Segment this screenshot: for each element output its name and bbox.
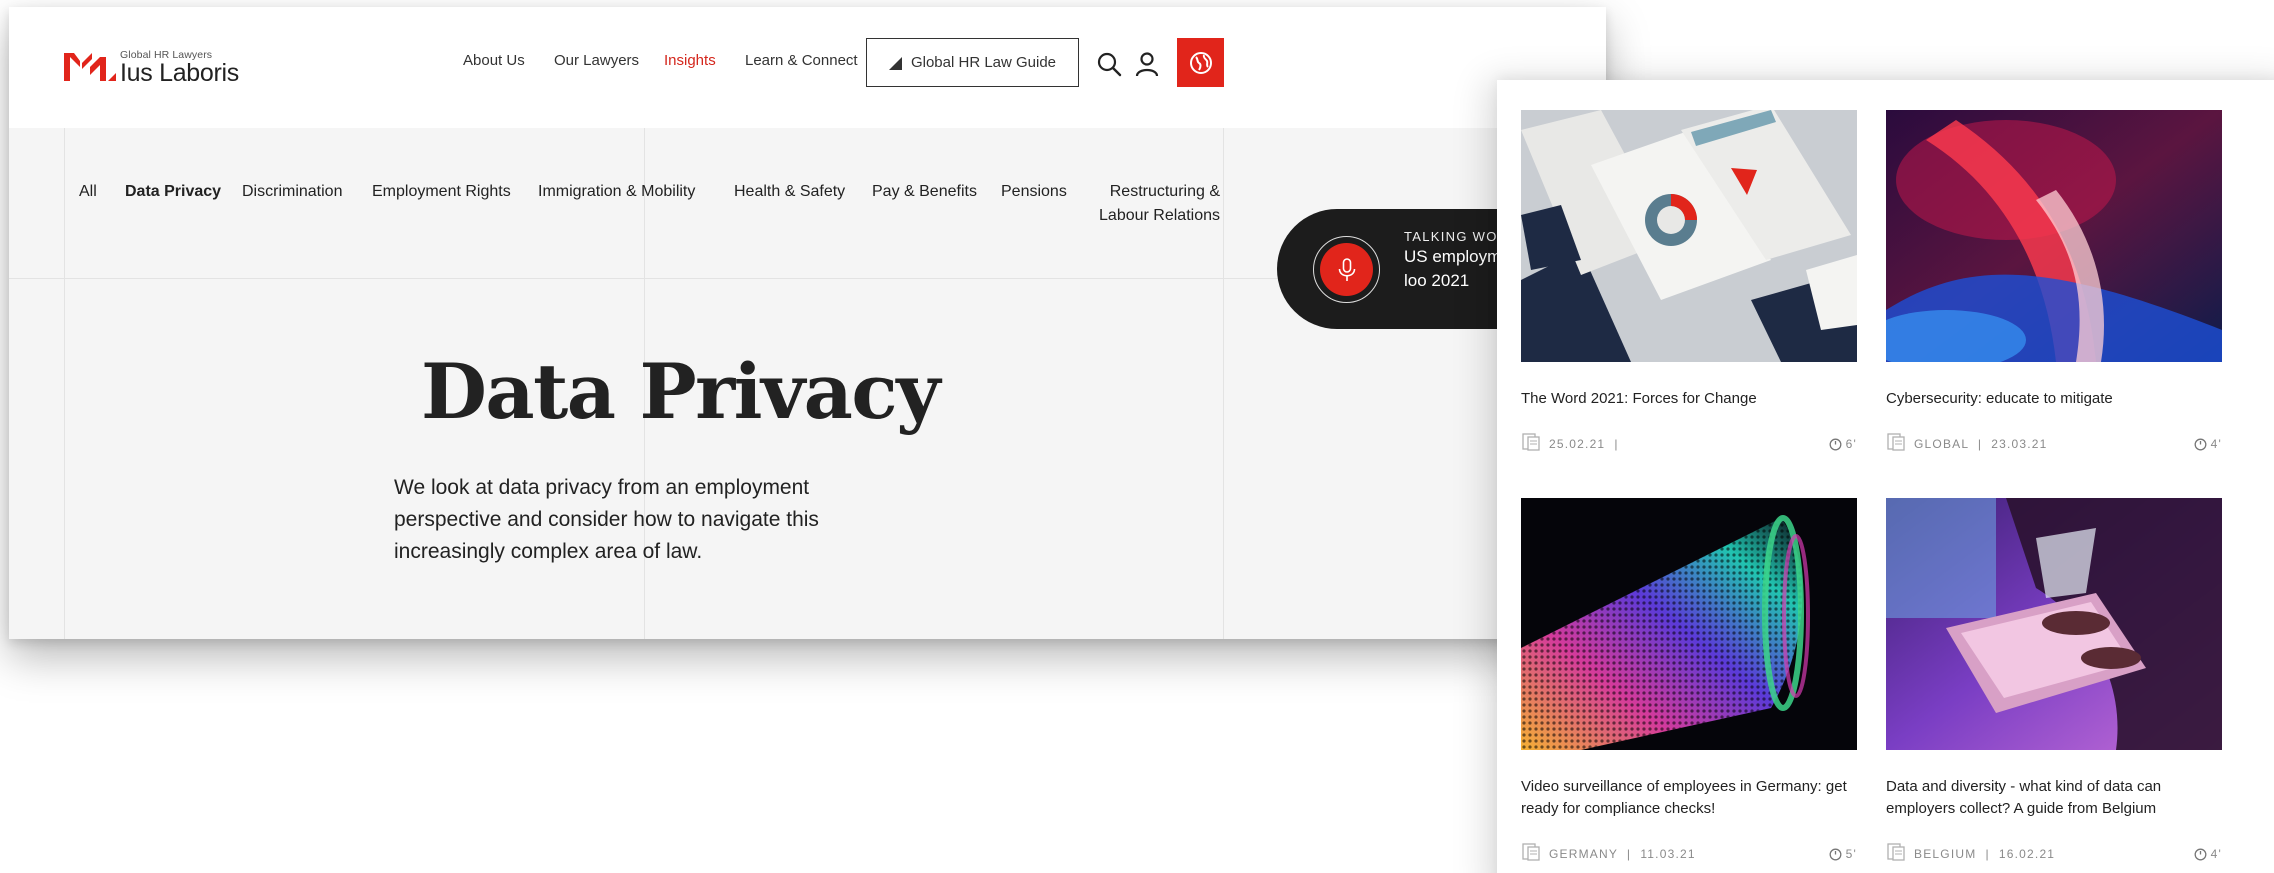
clock-icon	[2194, 438, 2207, 450]
document-icon	[1887, 843, 1905, 861]
category-pensions[interactable]: Pensions	[1001, 180, 1067, 204]
article-date-text: 16.02.21	[1998, 847, 2056, 861]
global-hr-law-guide-button[interactable]: Global HR Law Guide	[866, 38, 1079, 87]
article-date-text: 25.02.21	[1549, 437, 1606, 451]
article-country: GERMANY | 11.03.21	[1549, 847, 1696, 861]
podcast-play-button[interactable]	[1313, 236, 1380, 303]
mic-button	[1320, 243, 1373, 296]
grid-line	[1223, 128, 1224, 639]
globe-button[interactable]	[1177, 38, 1224, 87]
article-meta: GERMANY | 11.03.21 5'	[1521, 843, 1857, 864]
guide-triangle-icon	[888, 57, 902, 70]
article-card[interactable]: Cybersecurity: educate to mitigate GLOBA…	[1886, 110, 2222, 451]
article-meta: GLOBAL | 23.03.21 4'	[1886, 433, 2222, 454]
article-meta: 25.02.21 | 6'	[1521, 433, 1857, 454]
main-window: Global HR Lawyers Ius Laboris About Us O…	[9, 7, 1606, 639]
article-country-text: GERMANY	[1549, 847, 1618, 861]
article-date: 25.02.21 |	[1549, 437, 1619, 451]
read-time-text: 6'	[1845, 437, 1857, 451]
article-meta: BELGIUM | 16.02.21 4'	[1886, 843, 2222, 864]
article-country: GLOBAL | 23.03.21	[1914, 437, 2048, 451]
clock-icon	[1829, 438, 1842, 450]
article-read-time: 4'	[2194, 437, 2222, 451]
read-time-text: 4'	[2210, 437, 2222, 451]
search-icon[interactable]	[1096, 51, 1122, 77]
article-card[interactable]: Data and diversity - what kind of data c…	[1886, 498, 2222, 861]
category-restructuring-labour-relations[interactable]: Restructuring & Labour Relations	[1090, 180, 1220, 228]
article-title[interactable]: Data and diversity - what kind of data c…	[1886, 776, 2222, 820]
article-date-text: 23.03.21	[1991, 437, 2048, 451]
article-title[interactable]: Cybersecurity: educate to mitigate	[1886, 388, 2222, 410]
site-logo[interactable]: Global HR Lawyers Ius Laboris	[64, 45, 239, 87]
category-immigration-mobility[interactable]: Immigration & Mobility	[538, 180, 695, 204]
articles-window: The Word 2021: Forces for Change 25.02.2…	[1497, 80, 2274, 873]
article-country-text: GLOBAL	[1914, 437, 1969, 451]
document-icon	[1522, 843, 1540, 861]
nav-learn-connect[interactable]: Learn & Connect	[745, 52, 858, 69]
grid-line	[64, 128, 65, 639]
article-date-text: 11.03.21	[1640, 847, 1696, 861]
article-country: BELGIUM | 16.02.21	[1914, 847, 2056, 861]
nav-insights[interactable]: Insights	[664, 52, 716, 69]
guide-button-label: Global HR Law Guide	[910, 54, 1057, 71]
article-country-text: BELGIUM	[1914, 847, 1977, 861]
microphone-icon	[1338, 257, 1355, 281]
article-thumbnail[interactable]	[1886, 498, 2222, 750]
article-title[interactable]: Video surveillance of employees in Germa…	[1521, 776, 1857, 820]
clock-icon	[2194, 848, 2207, 860]
document-icon	[1522, 433, 1540, 451]
article-title[interactable]: The Word 2021: Forces for Change	[1521, 388, 1857, 410]
category-pay-benefits[interactable]: Pay & Benefits	[872, 180, 977, 204]
read-time-text: 4'	[2210, 847, 2222, 861]
article-thumbnail[interactable]	[1521, 110, 1857, 362]
page-intro: We look at data privacy from an employme…	[394, 476, 819, 563]
user-icon[interactable]	[1134, 51, 1160, 77]
nav-our-lawyers[interactable]: Our Lawyers	[554, 52, 639, 69]
article-read-time: 5'	[1829, 847, 1857, 861]
category-discrimination[interactable]: Discrimination	[242, 180, 342, 204]
category-data-privacy[interactable]: Data Privacy	[125, 180, 221, 204]
article-read-time: 4'	[2194, 847, 2222, 861]
clock-icon	[1829, 848, 1842, 860]
logo-name: Ius Laboris	[120, 59, 239, 87]
article-thumbnail[interactable]	[1886, 110, 2222, 362]
article-read-time: 6'	[1829, 437, 1857, 451]
page-title: Data Privacy	[421, 347, 940, 436]
category-employment-rights[interactable]: Employment Rights	[372, 180, 511, 204]
category-health-safety[interactable]: Health & Safety	[734, 180, 845, 204]
article-card[interactable]: The Word 2021: Forces for Change 25.02.2…	[1521, 110, 1857, 451]
category-all[interactable]: All	[79, 180, 97, 204]
logo-text: Global HR Lawyers Ius Laboris	[120, 49, 239, 87]
globe-icon	[1189, 51, 1212, 74]
nav-about-us[interactable]: About Us	[463, 52, 525, 69]
read-time-text: 5'	[1845, 847, 1857, 861]
article-card[interactable]: Video surveillance of employees in Germa…	[1521, 498, 1857, 861]
site-header: Global HR Lawyers Ius Laboris About Us O…	[9, 7, 1606, 128]
article-thumbnail[interactable]	[1521, 498, 1857, 750]
document-icon	[1887, 433, 1905, 451]
ius-laboris-logo-icon	[64, 53, 116, 81]
